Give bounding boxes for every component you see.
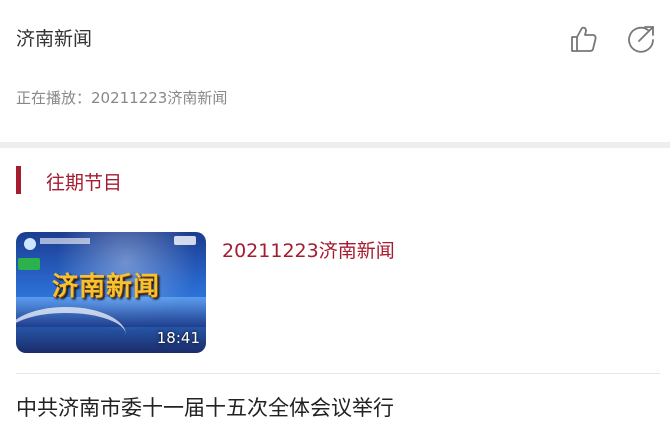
channel-name-mark [40,238,90,244]
thumbnail-logo-text: 济南新闻 [52,272,161,302]
page-title: 济南新闻 [16,28,93,50]
program-thumbnail[interactable]: 济南新闻 18:41 [16,232,206,353]
green-badge [18,258,40,270]
program-item[interactable]: 济南新闻 18:41 20211223济南新闻 [16,232,656,354]
section-accent-bar [16,166,21,194]
header: 济南新闻 正在播放：20211223济南新闻 [0,0,670,142]
section-divider [0,142,670,148]
thumbs-up-icon[interactable] [566,22,600,56]
program-title[interactable]: 20211223济南新闻 [222,236,395,263]
share-icon[interactable] [624,22,658,56]
channel-logo-icon [24,238,36,250]
now-playing-text: 正在播放：20211223济南新闻 [16,89,228,107]
section-title: 往期节目 [46,172,123,194]
row-divider [16,373,660,374]
news-item-title[interactable]: 中共济南市委十一届十五次全体会议举行 [16,392,394,422]
hd-badge [174,236,196,245]
program-duration: 18:41 [156,329,200,347]
